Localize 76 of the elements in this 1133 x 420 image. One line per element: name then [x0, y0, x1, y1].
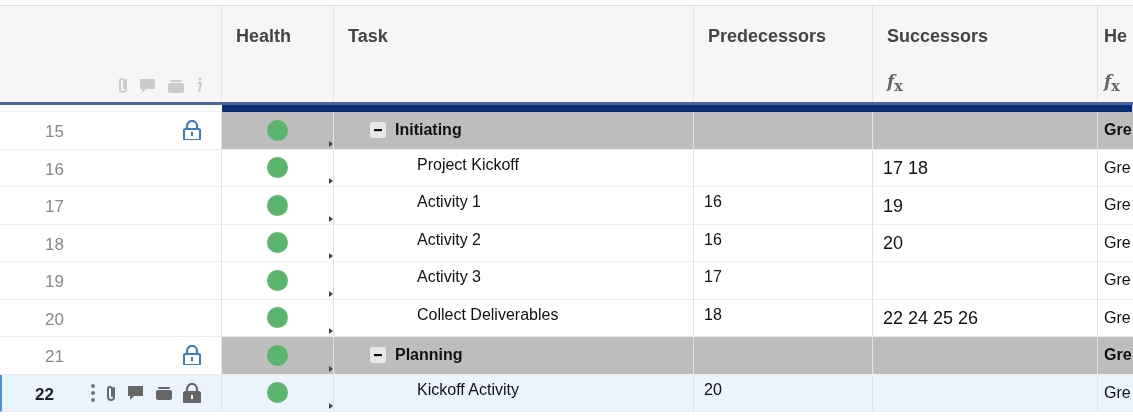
table-cell: Gre — [1098, 187, 1133, 225]
lock-icon — [183, 120, 201, 141]
row-number[interactable]: 22 — [2, 380, 68, 405]
dropdown-icon — [329, 253, 333, 259]
row-number[interactable]: 19 — [0, 268, 78, 293]
table-cell: 19 — [873, 187, 1098, 225]
table-cell: 20 — [694, 374, 873, 412]
attachment-icon — [117, 76, 129, 94]
row-number[interactable]: 15 — [0, 118, 78, 143]
comment-icon — [139, 77, 157, 94]
column-header[interactable]: Successors f$_{x}$ — [873, 6, 1098, 102]
formula-icon: f$_{x}$ — [887, 70, 903, 102]
task-name: Collect Deliverables — [417, 305, 559, 324]
task-name: Kickoff Activity — [417, 380, 519, 399]
table-cell: 16 — [694, 224, 873, 262]
status-dot[interactable] — [267, 232, 288, 254]
status-dot[interactable] — [267, 157, 288, 179]
column-title: He — [1104, 26, 1128, 47]
row-number[interactable]: 18 — [0, 230, 78, 255]
table-cell: Gre — [1098, 149, 1133, 187]
row-header[interactable]: 20 — [0, 299, 222, 337]
row-header[interactable]: 22 — [0, 374, 222, 412]
row-header[interactable]: 19 — [0, 262, 222, 300]
more-options-icon[interactable] — [91, 383, 95, 402]
status-dot[interactable] — [267, 382, 288, 404]
collapse-icon[interactable] — [370, 347, 386, 364]
status-dot[interactable] — [267, 307, 288, 329]
folder-icon — [167, 78, 185, 94]
row-header[interactable]: 16 — [0, 149, 222, 187]
folder-icon[interactable] — [155, 384, 173, 401]
table-cell: Gre — [1098, 262, 1133, 300]
row-header[interactable]: 21 — [0, 337, 222, 375]
status-dot[interactable] — [267, 194, 288, 216]
status-dot[interactable] — [267, 119, 288, 141]
table-cell: Gre — [1098, 374, 1133, 412]
task-name: Activity 1 — [417, 193, 481, 212]
status-dot[interactable] — [267, 344, 288, 366]
dropdown-icon — [329, 215, 333, 222]
table-cell: Gre — [1098, 224, 1133, 262]
task-name: Planning — [395, 346, 463, 365]
column-title: Predecessors — [708, 26, 828, 47]
lock-icon — [183, 345, 201, 366]
column-title: Successors — [887, 26, 990, 47]
task-name: Project Kickoff — [417, 155, 519, 174]
dropdown-icon — [329, 328, 333, 334]
row-number[interactable]: 17 — [0, 193, 78, 218]
info-icon — [195, 76, 203, 94]
task-name: Activity 2 — [417, 230, 481, 249]
formula-icon: f$_{x}$ — [1104, 70, 1120, 102]
dropdown-icon — [329, 178, 333, 184]
comment-icon[interactable] — [127, 384, 145, 402]
column-header[interactable]: He f$_{x}$ — [1098, 6, 1133, 102]
column-header[interactable]: Health — [222, 6, 334, 102]
status-dot[interactable] — [267, 269, 288, 291]
table-cell: 17 18 — [873, 149, 1098, 187]
collapse-icon[interactable] — [370, 122, 386, 139]
table-cell: 17 — [694, 262, 873, 300]
row-header[interactable]: 17 — [0, 187, 222, 225]
row-number[interactable]: 20 — [0, 305, 78, 330]
task-name: Activity 3 — [417, 268, 481, 287]
table-cell: 16 — [694, 187, 873, 225]
row-number[interactable]: 21 — [0, 343, 78, 368]
row-header[interactable]: 15 — [0, 112, 222, 150]
column-title: Task — [348, 26, 389, 47]
table-cell: 20 — [873, 224, 1098, 262]
column-header[interactable]: Task — [334, 6, 694, 102]
row-number[interactable]: 16 — [0, 155, 78, 180]
dropdown-icon — [329, 290, 333, 297]
column-header[interactable]: Predecessors — [694, 6, 873, 102]
attachment-icon[interactable] — [105, 383, 117, 402]
row-header[interactable]: 18 — [0, 224, 222, 262]
task-name: Initiating — [395, 121, 462, 140]
column-title: Health — [236, 26, 292, 47]
lock-icon — [183, 382, 201, 403]
table-cell: Gre — [1098, 337, 1133, 375]
table-cell: Gre — [1098, 112, 1133, 150]
